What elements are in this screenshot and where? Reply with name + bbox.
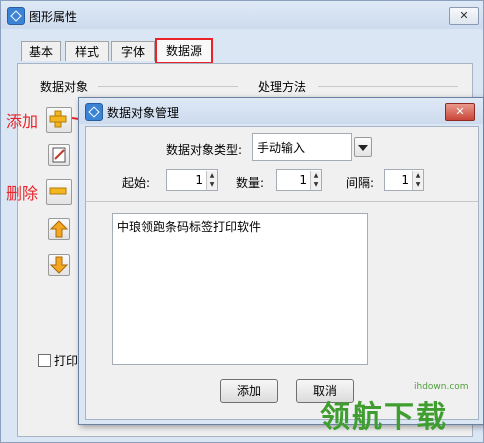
start-spin-buttons[interactable]: ▲ ▼ bbox=[206, 171, 217, 190]
spin-down-icon[interactable]: ▼ bbox=[311, 180, 321, 189]
print-checkbox[interactable] bbox=[38, 354, 51, 367]
move-down-button[interactable] bbox=[48, 254, 70, 276]
spin-up-icon[interactable]: ▲ bbox=[207, 171, 217, 180]
count-spin-buttons[interactable]: ▲ ▼ bbox=[310, 171, 321, 190]
type-dropdown-button[interactable] bbox=[354, 137, 372, 157]
move-up-button[interactable] bbox=[48, 218, 70, 240]
edit-button[interactable] bbox=[48, 144, 70, 166]
start-label: 起始: bbox=[122, 176, 151, 190]
delete-button[interactable] bbox=[46, 179, 72, 205]
interval-label: 间隔: bbox=[346, 176, 375, 190]
tab-font[interactable]: 字体 bbox=[111, 41, 155, 61]
close-icon[interactable]: ✕ bbox=[449, 7, 479, 25]
spin-down-icon[interactable]: ▼ bbox=[413, 180, 423, 189]
interval-value: 1 bbox=[401, 173, 409, 187]
tab-style[interactable]: 样式 bbox=[65, 41, 109, 61]
dialog-separator bbox=[86, 201, 478, 202]
dialog-app-icon bbox=[85, 103, 103, 121]
interval-spin-buttons[interactable]: ▲ ▼ bbox=[412, 171, 423, 190]
spin-up-icon[interactable]: ▲ bbox=[413, 171, 423, 180]
start-spinner[interactable]: 1 ▲ ▼ bbox=[166, 169, 218, 191]
app-icon bbox=[7, 7, 25, 25]
spin-down-icon[interactable]: ▼ bbox=[207, 180, 217, 189]
window-title: 图形属性 bbox=[29, 10, 78, 24]
chevron-down-icon bbox=[358, 145, 368, 151]
edit-icon bbox=[52, 147, 66, 163]
type-select-value: 手动输入 bbox=[257, 141, 306, 155]
interval-spinner[interactable]: 1 ▲ ▼ bbox=[384, 169, 424, 191]
spin-up-icon[interactable]: ▲ bbox=[311, 171, 321, 180]
group-processing-label: 处理方法 bbox=[258, 80, 307, 94]
tab-basic[interactable]: 基本 bbox=[21, 41, 61, 61]
content-text: 中琅领跑条码标签打印软件 bbox=[117, 220, 262, 234]
property-window-titlebar: 图形属性 ✕ bbox=[1, 1, 483, 29]
type-label: 数据对象类型: bbox=[166, 143, 243, 157]
dialog-titlebar: 数据对象管理 ✕ bbox=[79, 98, 483, 124]
data-object-dialog: 数据对象管理 ✕ 数据对象类型: 手动输入 起始: 1 ▲ ▼ 数量: 1 ▲ … bbox=[78, 97, 484, 425]
add-button[interactable] bbox=[46, 107, 72, 133]
annotation-add-label: 添加 bbox=[6, 112, 39, 131]
arrow-down-icon bbox=[49, 256, 69, 274]
group-divider bbox=[98, 86, 238, 87]
count-spinner[interactable]: 1 ▲ ▼ bbox=[276, 169, 322, 191]
dialog-add-button[interactable]: 添加 bbox=[220, 379, 278, 403]
minus-icon bbox=[49, 187, 67, 195]
arrow-up-icon bbox=[49, 220, 69, 238]
count-label: 数量: bbox=[236, 176, 265, 190]
print-checkbox-label: 打印 bbox=[54, 354, 79, 368]
tab-data-source[interactable]: 数据源 bbox=[155, 38, 213, 64]
dialog-title: 数据对象管理 bbox=[107, 106, 180, 120]
group-divider bbox=[318, 86, 458, 87]
watermark-url: ihdown.com bbox=[414, 382, 469, 392]
dialog-close-icon[interactable]: ✕ bbox=[445, 103, 475, 121]
plus-icon bbox=[49, 110, 67, 128]
content-textarea[interactable]: 中琅领跑条码标签打印软件 bbox=[112, 213, 368, 365]
start-value: 1 bbox=[195, 173, 203, 187]
type-select[interactable]: 手动输入 bbox=[252, 133, 352, 161]
dialog-body: 数据对象类型: 手动输入 起始: 1 ▲ ▼ 数量: 1 ▲ ▼ 间隔: 1 ▲… bbox=[85, 126, 479, 420]
group-data-objects-label: 数据对象 bbox=[40, 80, 89, 94]
count-value: 1 bbox=[299, 173, 307, 187]
watermark-text: 领航下载 bbox=[320, 400, 448, 435]
annotation-delete-label: 删除 bbox=[6, 184, 39, 203]
